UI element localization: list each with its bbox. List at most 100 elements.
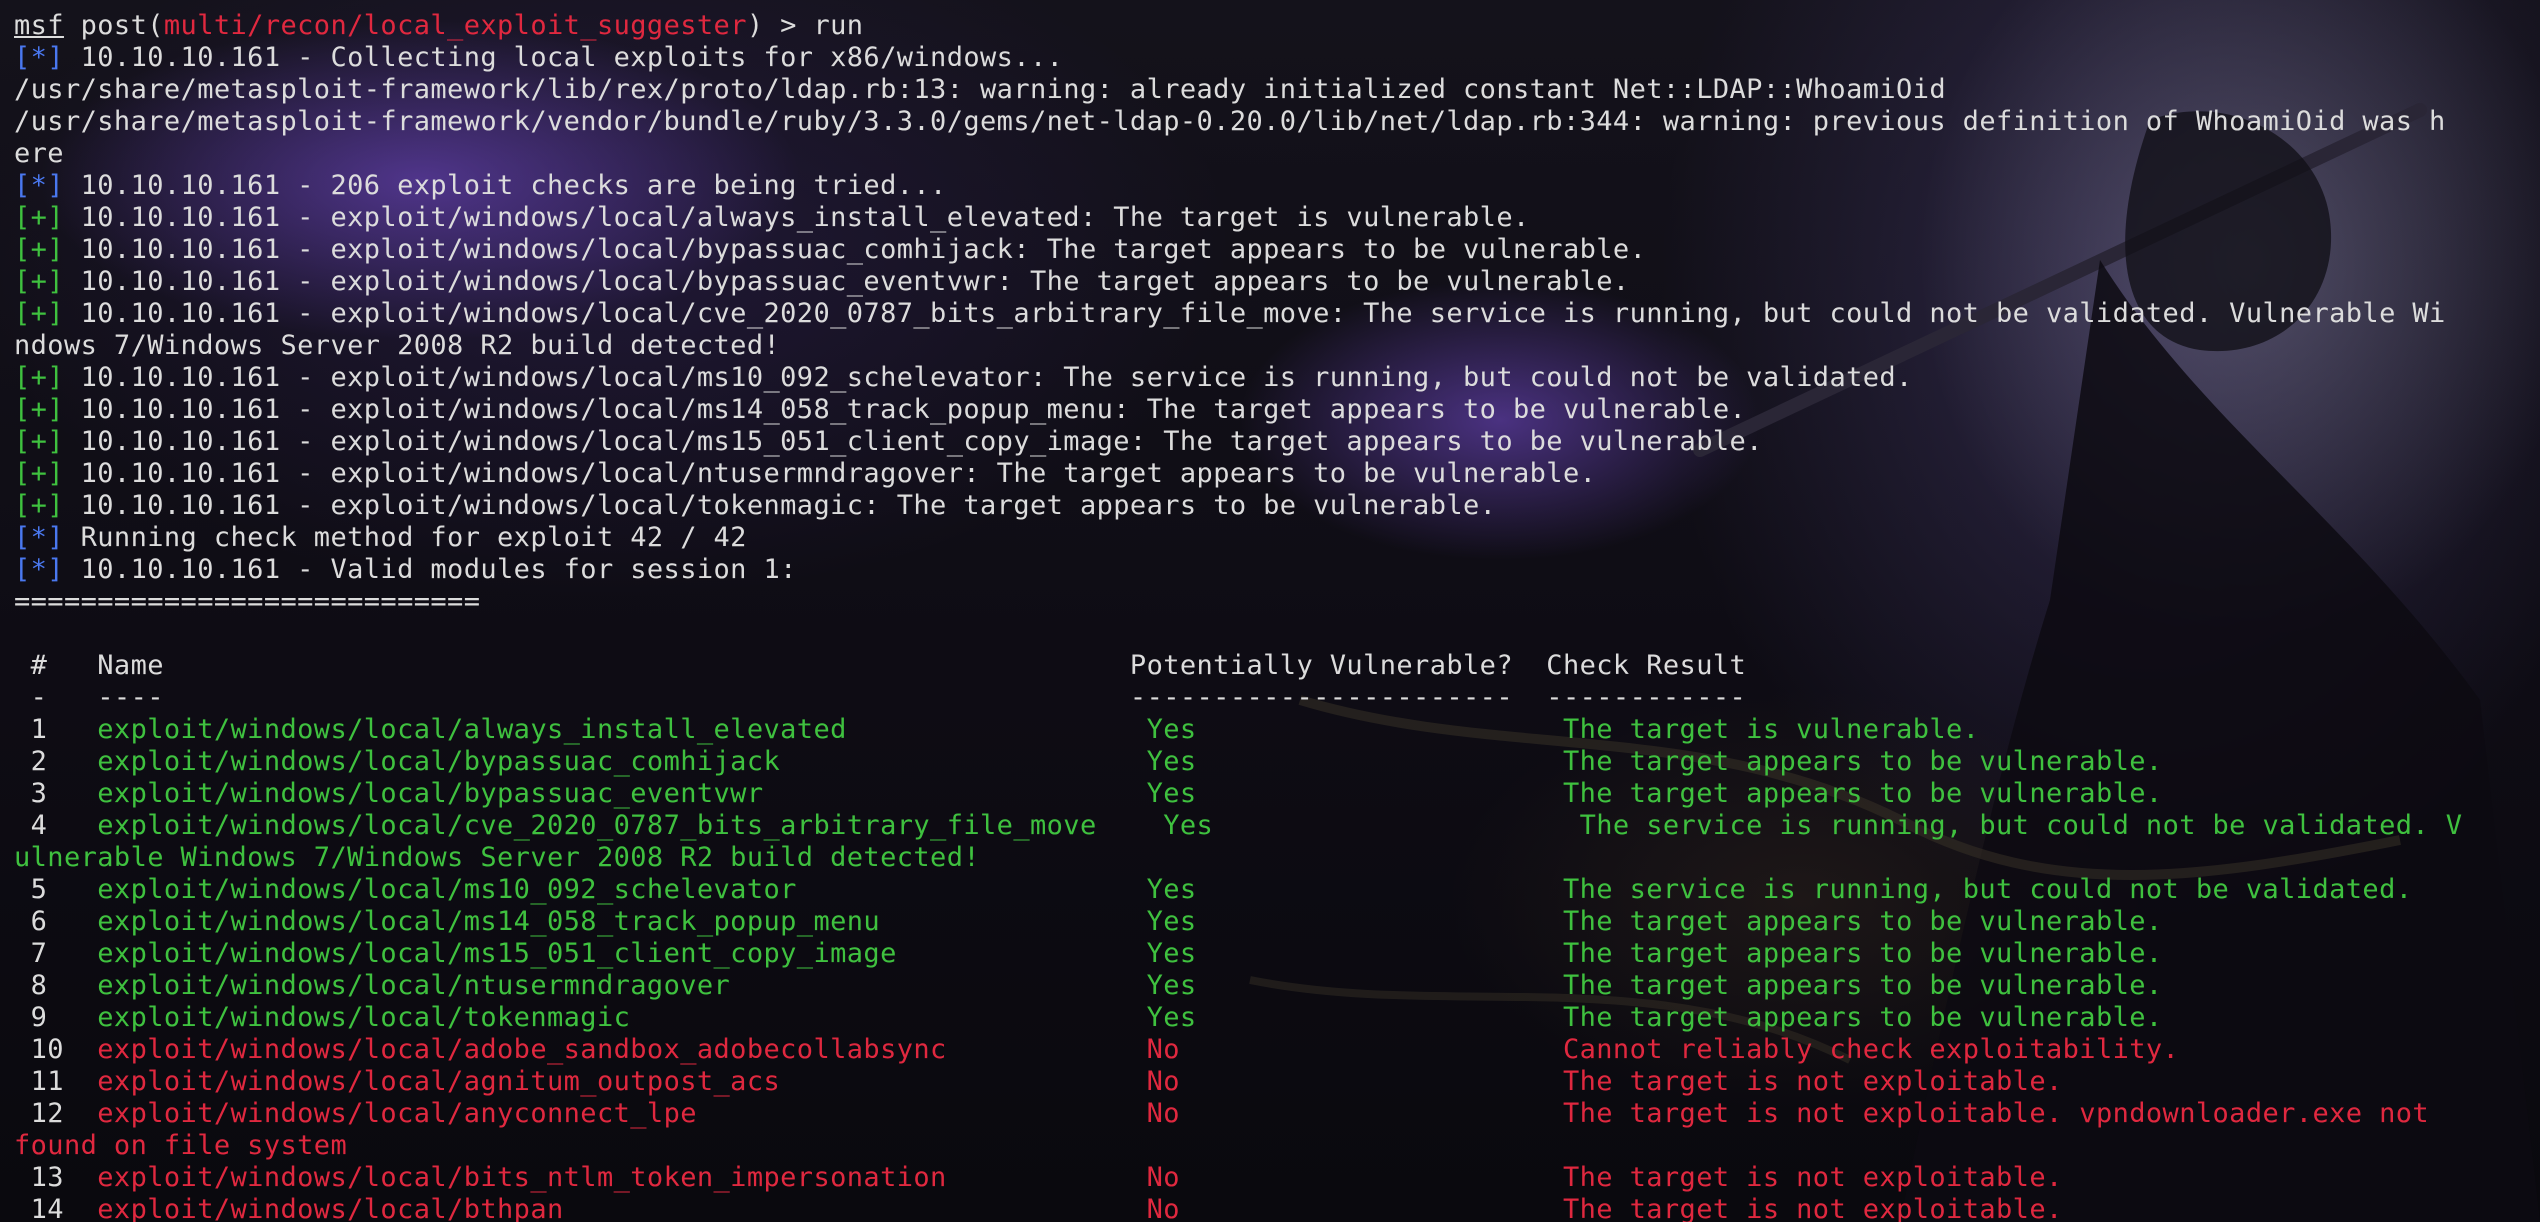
terminal-text-span: 1 [14, 714, 98, 745]
terminal-line: ere [14, 138, 2462, 170]
terminal-line: 8 exploit/windows/local/ntusermndragover… [14, 970, 2462, 1002]
terminal-text-span: 11 [14, 1066, 98, 1097]
terminal-text-span: [*] [14, 170, 64, 201]
terminal-text-span: 10.10.10.161 - exploit/windows/local/ms1… [63, 426, 1763, 457]
terminal-text-span: /usr/share/metasploit-framework/vendor/b… [14, 106, 2446, 137]
terminal-text-span: exploit/windows/local/cve_2020_0787_bits… [97, 810, 1164, 841]
terminal-text-span: Yes [1146, 970, 1563, 1001]
terminal-line: msf post(multi/recon/local_exploit_sugge… [14, 10, 2462, 42]
terminal-text-span: 10.10.10.161 - exploit/windows/local/byp… [63, 266, 1630, 297]
terminal-text-span: Yes [1146, 746, 1563, 777]
terminal-line: [+] 10.10.10.161 - exploit/windows/local… [14, 490, 2462, 522]
terminal-text-span: 10.10.10.161 - exploit/windows/local/ms1… [63, 362, 1913, 393]
terminal-text-span: Cannot reliably check exploitability. [1562, 1034, 2180, 1065]
terminal-text-span: 14 [14, 1194, 98, 1222]
terminal-text-span: No [1146, 1194, 1563, 1222]
terminal-line: [+] 10.10.10.161 - exploit/windows/local… [14, 266, 2462, 298]
terminal-text-span: The target is not exploitable. [1562, 1194, 2063, 1222]
terminal-text-span: [+] [14, 266, 64, 297]
terminal-text-span: exploit/windows/local/bits_ntlm_token_im… [97, 1162, 1147, 1193]
terminal-text-span: [+] [14, 394, 64, 425]
terminal-line: 13 exploit/windows/local/bits_ntlm_token… [14, 1162, 2462, 1194]
terminal-text-span: [+] [14, 298, 64, 329]
terminal-text-span: 10.10.10.161 - Collecting local exploits… [63, 42, 1064, 73]
terminal-text-span: No [1146, 1098, 1563, 1129]
terminal-line: 10 exploit/windows/local/adobe_sandbox_a… [14, 1034, 2462, 1066]
terminal-text-span: post( [63, 10, 164, 41]
terminal-text-span: 4 [14, 810, 98, 841]
terminal-line: ulnerable Windows 7/Windows Server 2008 … [14, 842, 2462, 874]
terminal-text-span: exploit/windows/local/adobe_sandbox_adob… [97, 1034, 1147, 1065]
terminal-text-span: exploit/windows/local/ms15_051_client_co… [97, 938, 1147, 969]
terminal-line: 3 exploit/windows/local/bypassuac_eventv… [14, 778, 2462, 810]
terminal-text-span: Yes [1146, 938, 1563, 969]
terminal-line: 9 exploit/windows/local/tokenmagic Yes T… [14, 1002, 2462, 1034]
terminal-line: # Name Potentially Vulnerable? Check Res… [14, 650, 2462, 682]
terminal-text-span: [+] [14, 202, 64, 233]
terminal-text-span: 10.10.10.161 - exploit/windows/local/alw… [63, 202, 1530, 233]
terminal-text-span: exploit/windows/local/bypassuac_comhijac… [97, 746, 1147, 777]
terminal-line: 5 exploit/windows/local/ms10_092_schelev… [14, 874, 2462, 906]
terminal-line: [+] 10.10.10.161 - exploit/windows/local… [14, 394, 2462, 426]
terminal-text-span: [*] [14, 522, 64, 553]
terminal-text-span: The service is running, but could not be… [1562, 874, 2413, 905]
terminal-text-span: ere [14, 138, 64, 169]
terminal-text-span: 10.10.10.161 - exploit/windows/local/ntu… [63, 458, 1597, 489]
terminal-text-span: [+] [14, 426, 64, 457]
terminal-window[interactable]: msf post(multi/recon/local_exploit_sugge… [0, 0, 2540, 1222]
terminal-text-span: 12 [14, 1098, 98, 1129]
terminal-line: 1 exploit/windows/local/always_install_e… [14, 714, 2462, 746]
terminal-line: [*] 10.10.10.161 - Valid modules for ses… [14, 554, 2462, 586]
terminal-text-span: [*] [14, 42, 64, 73]
terminal-text-span: 9 [14, 1002, 98, 1033]
terminal-text-span: [+] [14, 490, 64, 521]
terminal-text-span: The target appears to be vulnerable. [1562, 1002, 2163, 1033]
terminal-text-span: exploit/windows/local/ntusermndragover [97, 970, 1147, 1001]
terminal-text-span: 10.10.10.161 - exploit/windows/local/tok… [63, 490, 1497, 521]
terminal-line: [+] 10.10.10.161 - exploit/windows/local… [14, 426, 2462, 458]
terminal-text-span: The service is running, but could not be… [1579, 810, 2463, 841]
terminal-text-span: - ---- ----------------------- ---------… [14, 682, 1747, 713]
terminal-text-span: The target appears to be vulnerable. [1562, 938, 2163, 969]
terminal-text-span: The target appears to be vulnerable. [1562, 970, 2163, 1001]
terminal-line: 4 exploit/windows/local/cve_2020_0787_bi… [14, 810, 2462, 842]
terminal-output: msf post(multi/recon/local_exploit_sugge… [14, 10, 2462, 1222]
terminal-text-span: multi/recon/local_exploit_suggester [163, 10, 747, 41]
terminal-text-span: 6 [14, 906, 98, 937]
terminal-text-span: 8 [14, 970, 98, 1001]
terminal-text-span: ) > run [746, 10, 864, 41]
terminal-line: [+] 10.10.10.161 - exploit/windows/local… [14, 298, 2462, 330]
terminal-line: /usr/share/metasploit-framework/vendor/b… [14, 106, 2462, 138]
terminal-text-span: 5 [14, 874, 98, 905]
terminal-text-span: The target appears to be vulnerable. [1562, 906, 2163, 937]
terminal-text-span: ulnerable Windows 7/Windows Server 2008 … [14, 842, 981, 873]
terminal-line: 11 exploit/windows/local/agnitum_outpost… [14, 1066, 2462, 1098]
terminal-line: 7 exploit/windows/local/ms15_051_client_… [14, 938, 2462, 970]
terminal-line: - ---- ----------------------- ---------… [14, 682, 2462, 714]
terminal-text-span: No [1146, 1034, 1563, 1065]
terminal-line: [+] 10.10.10.161 - exploit/windows/local… [14, 458, 2462, 490]
terminal-line: 12 exploit/windows/local/anyconnect_lpe … [14, 1098, 2462, 1130]
terminal-text-span: 10.10.10.161 - 206 exploit checks are be… [63, 170, 947, 201]
terminal-text-span: # Name Potentially Vulnerable? Check Res… [14, 650, 1747, 681]
terminal-text-span: 10.10.10.161 - exploit/windows/local/ms1… [63, 394, 1747, 425]
terminal-text-span: exploit/windows/local/bthpan [97, 1194, 1147, 1222]
terminal-text-span: exploit/windows/local/tokenmagic [97, 1002, 1147, 1033]
terminal-text-span: 10.10.10.161 - exploit/windows/local/cve… [63, 298, 2446, 329]
terminal-text-span: The target appears to be vulnerable. [1562, 778, 2163, 809]
terminal-text-span: Running check method for exploit 42 / 42 [63, 522, 747, 553]
terminal-text-span: [+] [14, 234, 64, 265]
terminal-text-span: /usr/share/metasploit-framework/lib/rex/… [14, 74, 1947, 105]
terminal-text-span: 10 [14, 1034, 98, 1065]
terminal-line: found on file system [14, 1130, 2462, 1162]
terminal-line: /usr/share/metasploit-framework/lib/rex/… [14, 74, 2462, 106]
terminal-line: [+] 10.10.10.161 - exploit/windows/local… [14, 202, 2462, 234]
terminal-line: [+] 10.10.10.161 - exploit/windows/local… [14, 234, 2462, 266]
terminal-text-span: [*] [14, 554, 64, 585]
terminal-line: ============================ [14, 586, 2462, 618]
terminal-text-span: Yes [1146, 714, 1563, 745]
terminal-text-span: exploit/windows/local/agnitum_outpost_ac… [97, 1066, 1147, 1097]
terminal-text-span: No [1146, 1066, 1563, 1097]
terminal-text-span: 13 [14, 1162, 98, 1193]
